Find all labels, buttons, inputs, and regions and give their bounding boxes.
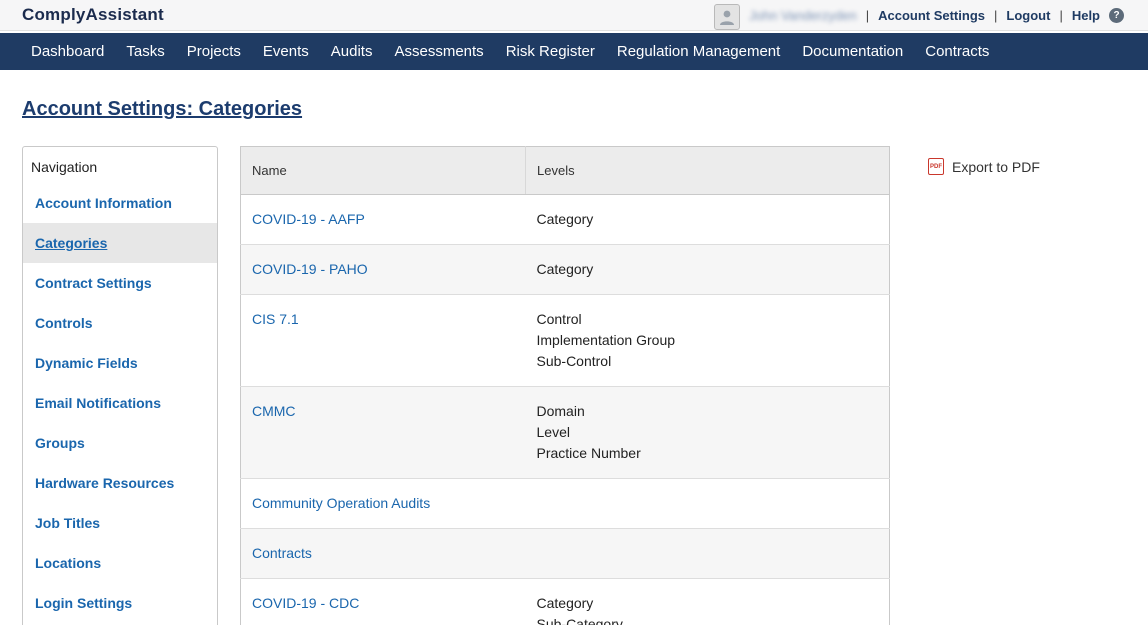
category-name-cell: COVID-19 - AAFP [240,194,526,245]
category-levels-cell: Category [525,244,890,295]
category-levels-cell: Category [525,194,890,245]
header-separator: | [994,7,998,23]
logout-link[interactable]: Logout [1006,8,1050,23]
top-header: ComplyAssistant John Vanderzyden | Accou… [0,0,1148,31]
settings-navigation-panel: Navigation Account Information Categorie… [22,146,218,625]
nav-item-events[interactable]: Events [263,43,309,60]
category-link[interactable]: CMMC [252,403,296,419]
pdf-file-icon: PDF [928,158,944,175]
nav-item-tasks[interactable]: Tasks [126,43,164,60]
category-name-cell: Contracts [240,528,526,579]
nav-item-regulation-management[interactable]: Regulation Management [617,43,780,60]
table-row: Community Operation Audits [240,478,890,529]
table-row: COVID-19 - CDC Category Sub-Category [240,578,890,625]
nav-item-risk-register[interactable]: Risk Register [506,43,595,60]
category-name-cell: COVID-19 - CDC [240,578,526,625]
table-row: CIS 7.1 Control Implementation Group Sub… [240,294,890,387]
main-navbar: Dashboard Tasks Projects Events Audits A… [0,33,1148,70]
sidebar-item-dynamic-fields[interactable]: Dynamic Fields [23,343,217,383]
column-header-name: Name [240,146,526,195]
categories-table: Name Levels COVID-19 - AAFP Category COV… [240,146,890,625]
nav-item-contracts[interactable]: Contracts [925,43,989,60]
nav-item-projects[interactable]: Projects [187,43,241,60]
table-row: Contracts [240,528,890,579]
category-link[interactable]: CIS 7.1 [252,311,299,327]
navigation-heading: Navigation [31,159,98,175]
sidebar-item-locations[interactable]: Locations [23,543,217,583]
category-name-cell: CIS 7.1 [240,294,526,387]
header-user-area: John Vanderzyden | Account Settings | Lo… [714,0,1124,30]
categories-table-container: Name Levels COVID-19 - AAFP Category COV… [240,146,890,625]
sidebar-item-account-information[interactable]: Account Information [23,183,217,223]
category-name-cell: Community Operation Audits [240,478,526,529]
category-link[interactable]: Contracts [252,545,312,561]
person-icon [720,10,735,25]
category-levels-cell [525,528,890,579]
header-separator: | [1059,7,1063,23]
column-header-levels: Levels [525,146,890,195]
export-to-pdf-button[interactable]: PDF Export to PDF [928,158,1040,175]
category-name-cell: COVID-19 - PAHO [240,244,526,295]
main-content: Navigation Account Information Categorie… [22,146,1148,625]
header-separator: | [865,7,870,23]
sidebar-item-email-notifications[interactable]: Email Notifications [23,383,217,423]
sidebar-item-login-settings[interactable]: Login Settings [23,583,217,623]
sidebar-item-groups[interactable]: Groups [23,423,217,463]
category-link[interactable]: COVID-19 - CDC [252,595,359,611]
sidebar-item-contract-settings[interactable]: Contract Settings [23,263,217,303]
category-levels-cell: Domain Level Practice Number [525,386,890,479]
category-link[interactable]: COVID-19 - PAHO [252,261,368,277]
user-name-redacted: John Vanderzyden [749,7,857,23]
nav-item-audits[interactable]: Audits [331,43,373,60]
sidebar-item-hardware-resources[interactable]: Hardware Resources [23,463,217,503]
app-logo: ComplyAssistant [22,5,164,24]
nav-item-assessments[interactable]: Assessments [394,43,483,60]
pdf-icon-label: PDF [930,163,942,170]
table-row: COVID-19 - PAHO Category [240,244,890,295]
nav-item-dashboard[interactable]: Dashboard [31,43,104,60]
user-avatar-icon [714,4,741,30]
category-levels-cell [525,478,890,529]
sidebar-item-categories[interactable]: Categories [23,223,217,263]
table-row: COVID-19 - AAFP Category [240,194,890,245]
page-title: Account Settings: Categories [22,98,303,120]
category-levels-cell: Category Sub-Category [525,578,890,625]
sidebar-item-controls[interactable]: Controls [23,303,217,343]
sidebar-item-job-titles[interactable]: Job Titles [23,503,217,543]
category-link[interactable]: COVID-19 - AAFP [252,211,365,227]
export-to-pdf-label: Export to PDF [952,158,1040,175]
help-link[interactable]: Help [1072,8,1100,23]
help-question-icon[interactable]: ? [1109,7,1124,23]
nav-item-documentation[interactable]: Documentation [802,43,903,60]
table-row: CMMC Domain Level Practice Number [240,386,890,479]
category-levels-cell: Control Implementation Group Sub-Control [525,294,890,387]
account-settings-link[interactable]: Account Settings [878,8,985,23]
category-name-cell: CMMC [240,386,526,479]
category-link[interactable]: Community Operation Audits [252,495,430,511]
table-header-row: Name Levels [240,146,890,195]
